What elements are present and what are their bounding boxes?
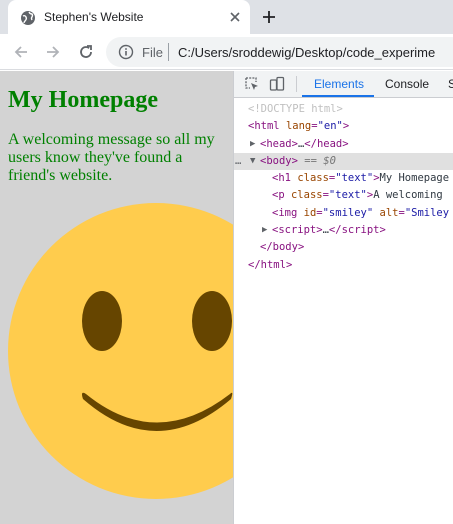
forward-arrow-icon[interactable] bbox=[44, 43, 62, 61]
dom-node-doctype[interactable]: <!DOCTYPE html> bbox=[234, 101, 453, 118]
active-tab-indicator bbox=[302, 95, 374, 97]
devtools-tab-bar: Elements Console S bbox=[234, 71, 453, 98]
dom-node-p[interactable]: <p class="text">A welcoming bbox=[234, 187, 453, 204]
back-arrow-icon[interactable] bbox=[12, 43, 30, 61]
more-dots-icon[interactable]: … bbox=[235, 153, 241, 170]
expand-triangle-icon[interactable]: ▶ bbox=[262, 222, 267, 239]
scheme-label: File bbox=[142, 45, 163, 60]
page-heading: My Homepage bbox=[8, 87, 158, 113]
dom-node-h1[interactable]: <h1 class="text">My Homepage bbox=[234, 170, 453, 187]
expand-triangle-icon[interactable]: ▶ bbox=[250, 136, 255, 153]
dom-node-html[interactable]: <html lang="en"> bbox=[234, 118, 453, 135]
tab-console[interactable]: Console bbox=[385, 77, 429, 91]
page-paragraph: A welcoming message so all my users know… bbox=[8, 131, 215, 184]
globe-icon bbox=[21, 11, 35, 25]
tab-strip: Stephen's Website bbox=[0, 0, 453, 34]
devtools-panel: Elements Console S <!DOCTYPE html> <html… bbox=[233, 71, 453, 524]
address-bar[interactable]: File C:/Users/sroddewig/Desktop/code_exp… bbox=[106, 37, 453, 67]
browser-toolbar: File C:/Users/sroddewig/Desktop/code_exp… bbox=[0, 34, 453, 70]
info-icon[interactable] bbox=[118, 44, 134, 60]
new-tab-icon[interactable] bbox=[261, 9, 277, 25]
page-viewport: My Homepage A welcoming message so all m… bbox=[0, 71, 233, 524]
divider bbox=[168, 43, 169, 61]
tab-sources[interactable]: S bbox=[448, 77, 453, 91]
dom-node-img[interactable]: <img id="smiley" alt="Smiley bbox=[234, 205, 453, 222]
tab-title: Stephen's Website bbox=[44, 10, 144, 24]
smiley-image bbox=[8, 203, 233, 499]
device-toolbar-icon[interactable] bbox=[269, 76, 285, 92]
dom-node-body[interactable]: … ▼ <body> == $0 bbox=[234, 152, 453, 171]
dom-node-head[interactable]: ▶ <head>…</head> bbox=[234, 136, 453, 153]
inspect-element-icon[interactable] bbox=[244, 76, 260, 92]
dom-node-body-close[interactable]: </body> bbox=[234, 239, 453, 256]
close-icon[interactable] bbox=[227, 9, 243, 25]
divider bbox=[296, 76, 297, 92]
collapse-triangle-icon[interactable]: ▼ bbox=[250, 153, 255, 170]
dom-node-script[interactable]: ▶ <script>…</script> bbox=[234, 222, 453, 239]
tab-elements[interactable]: Elements bbox=[314, 77, 364, 91]
reload-icon[interactable] bbox=[77, 43, 95, 61]
url-text[interactable]: C:/Users/sroddewig/Desktop/code_experime bbox=[178, 45, 435, 60]
dom-node-html-close[interactable]: </html> bbox=[234, 257, 453, 274]
browser-tab[interactable]: Stephen's Website bbox=[8, 0, 250, 34]
dom-tree: <!DOCTYPE html> <html lang="en"> ▶ <head… bbox=[234, 101, 453, 274]
